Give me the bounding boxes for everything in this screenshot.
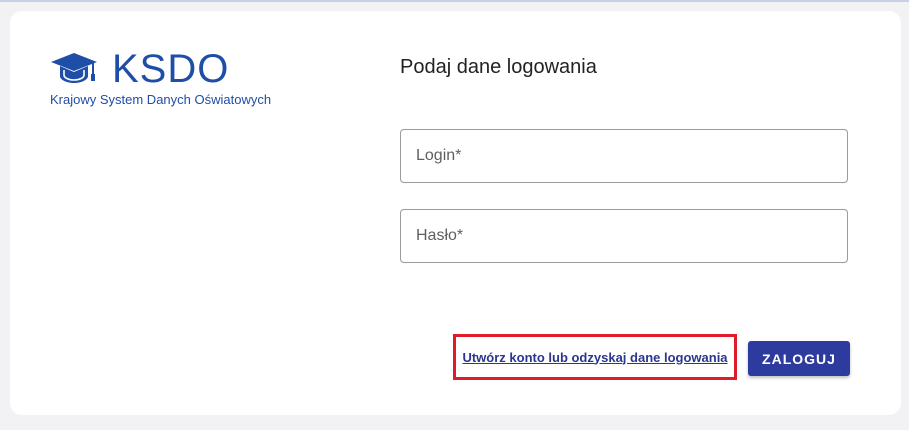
top-border: [0, 0, 909, 2]
brand-logo: KSDO Krajowy System Danych Oświatowych: [50, 49, 271, 107]
brand-row: KSDO: [50, 49, 271, 89]
create-account-link[interactable]: Utwórz konto lub odzyskaj dane logowania: [462, 350, 727, 365]
brand-name: KSDO: [112, 47, 230, 91]
password-input[interactable]: [400, 209, 848, 263]
login-button[interactable]: ZALOGUJ: [748, 341, 850, 376]
login-input[interactable]: [400, 129, 848, 183]
brand-subtitle: Krajowy System Danych Oświatowych: [50, 92, 272, 107]
highlight-box: Utwórz konto lub odzyskaj dane logowania: [453, 334, 737, 380]
login-card: KSDO Krajowy System Danych Oświatowych P…: [10, 11, 901, 415]
form-title: Podaj dane logowania: [400, 56, 597, 78]
graduation-cap-icon: [51, 53, 97, 83]
